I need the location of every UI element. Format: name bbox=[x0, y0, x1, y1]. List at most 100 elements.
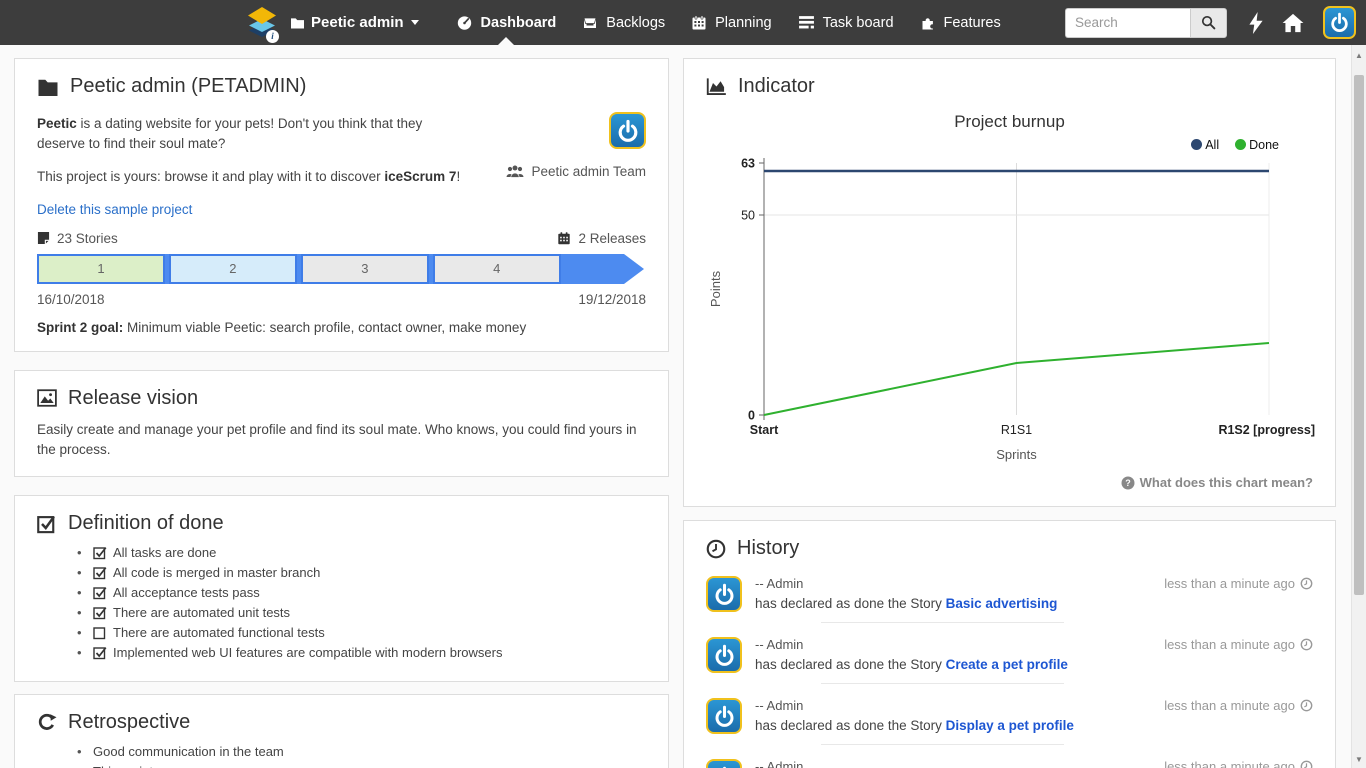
sprint-segment-4[interactable]: 4 bbox=[433, 254, 561, 284]
checkbox-icon bbox=[93, 546, 107, 560]
clock-icon bbox=[1300, 760, 1313, 768]
power-icon bbox=[1329, 12, 1350, 33]
stories-count: 23 Stories bbox=[37, 231, 118, 246]
navbar-right bbox=[1065, 0, 1366, 45]
history-author: -- Admin bbox=[755, 698, 803, 713]
nav-item-planning[interactable]: Planning bbox=[678, 0, 784, 45]
end-date: 19/12/2018 bbox=[578, 292, 646, 307]
history-action-text: has declared as done the Story bbox=[755, 657, 946, 672]
svg-text:R1S1: R1S1 bbox=[1001, 423, 1032, 437]
history-separator bbox=[821, 683, 1064, 684]
home-icon bbox=[1282, 13, 1304, 33]
burnup-chart: 05063StartR1S1R1S2 [progress]SprintsPoin… bbox=[706, 153, 1315, 471]
sprint-segment-2[interactable]: 2 bbox=[169, 254, 297, 284]
nav-item-backlogs[interactable]: Backlogs bbox=[569, 0, 678, 45]
retrospective-list: Good communication in the team This spri… bbox=[77, 744, 646, 768]
history-entry: -- Admin less than a minute ago bbox=[706, 753, 1313, 768]
search-icon bbox=[1201, 15, 1216, 30]
nav-item-dashboard[interactable]: Dashboard bbox=[443, 0, 570, 45]
project-card: Peetic admin (PETADMIN) Peetic is a dati… bbox=[14, 58, 669, 352]
definition-of-done-item: There are automated functional tests bbox=[77, 625, 646, 640]
svg-text:Points: Points bbox=[708, 270, 723, 307]
retrospective-item: Good communication in the team bbox=[77, 744, 646, 759]
svg-text:Sprints: Sprints bbox=[996, 447, 1037, 462]
project-description-bold: iceScrum 7 bbox=[384, 169, 456, 184]
project-menu[interactable]: i Peetic admin bbox=[0, 0, 437, 45]
project-description-text: is a dating website for your pets! Don't… bbox=[37, 116, 422, 151]
bolt-icon bbox=[1249, 12, 1263, 34]
project-description: Peetic is a dating website for your pets… bbox=[37, 108, 462, 201]
page-scrollbar: ▲ ▼ bbox=[1351, 45, 1366, 768]
definition-item-text: There are automated unit tests bbox=[113, 605, 290, 620]
delete-project-link[interactable]: Delete this sample project bbox=[37, 202, 192, 217]
retrospective-repeat-icon bbox=[37, 713, 57, 733]
history-header: History bbox=[706, 537, 1313, 560]
history-action-text: has declared as done the Story bbox=[755, 596, 946, 611]
activities-button[interactable] bbox=[1249, 12, 1263, 34]
team-label: Peetic admin Team bbox=[506, 164, 646, 179]
chart-help-text: What does this chart mean? bbox=[1140, 475, 1313, 490]
retrospective-header: Retrospective bbox=[37, 711, 646, 734]
history-action-text: has declared as done the Story bbox=[755, 718, 946, 733]
nav-label: Features bbox=[944, 15, 1001, 31]
search-group bbox=[1065, 8, 1227, 38]
definition-of-done-item: All acceptance tests pass bbox=[77, 585, 646, 600]
sprint-goal: Sprint 2 goal: Minimum viable Peetic: se… bbox=[37, 320, 646, 335]
checkbox-icon bbox=[93, 606, 107, 620]
releases-count-label: 2 Releases bbox=[578, 231, 646, 246]
nav-label: Planning bbox=[715, 15, 771, 31]
icescrum-layers-logo-icon: i bbox=[244, 6, 280, 40]
definition-of-done-item: There are automated unit tests bbox=[77, 605, 646, 620]
retrospective-title: Retrospective bbox=[68, 711, 190, 734]
nav-label: Backlogs bbox=[606, 15, 665, 31]
legend-item-all: All bbox=[1191, 138, 1219, 152]
svg-text:?: ? bbox=[1125, 478, 1131, 488]
clock-icon bbox=[1300, 699, 1313, 712]
scrollbar-down-arrow[interactable]: ▼ bbox=[1352, 755, 1366, 764]
icescrum-app-button[interactable] bbox=[1323, 6, 1356, 39]
backlogs-icon bbox=[582, 15, 598, 31]
history-entry-top: -- Admin less than a minute ago bbox=[755, 695, 1313, 713]
taskboard-icon bbox=[798, 15, 815, 30]
definition-item-text: All tasks are done bbox=[113, 545, 216, 560]
home-button[interactable] bbox=[1282, 13, 1304, 33]
story-link[interactable]: Display a pet profile bbox=[946, 718, 1074, 733]
definition-of-done-item: All code is merged in master branch bbox=[77, 565, 646, 580]
definition-item-text: Implemented web UI features are compatib… bbox=[113, 645, 502, 660]
definition-of-done-list: All tasks are done All code is merged in… bbox=[77, 545, 646, 660]
history-entry-wrap: -- Admin less than a minute ago bbox=[706, 631, 1313, 684]
history-entry-top: -- Admin less than a minute ago bbox=[755, 756, 1313, 768]
search-input[interactable] bbox=[1065, 8, 1190, 38]
project-description-block: Peetic is a dating website for your pets… bbox=[37, 108, 646, 201]
calendar-icon bbox=[691, 15, 707, 31]
clock-icon bbox=[1300, 577, 1313, 590]
project-name: Peetic admin bbox=[311, 14, 404, 31]
clock-icon bbox=[706, 539, 726, 559]
active-tab-caret bbox=[498, 37, 514, 45]
chart-help-link[interactable]: ? What does this chart mean? bbox=[1121, 475, 1313, 490]
nav-item-features[interactable]: Features bbox=[907, 0, 1014, 45]
project-description-text: This project is yours: browse it and pla… bbox=[37, 169, 384, 184]
sprint-segment-3[interactable]: 3 bbox=[301, 254, 429, 284]
stories-count-label: 23 Stories bbox=[57, 231, 118, 246]
area-chart-icon bbox=[706, 77, 727, 96]
scrollbar-up-arrow[interactable]: ▲ bbox=[1352, 51, 1366, 60]
right-column: Indicator Project burnup AllDone 05063St… bbox=[683, 58, 1336, 768]
indicator-title: Indicator bbox=[738, 75, 815, 98]
history-title: History bbox=[737, 537, 799, 560]
retrospective-item-text: This sprint was a success bbox=[93, 764, 241, 768]
project-avatar bbox=[609, 112, 646, 149]
scrollbar-thumb[interactable] bbox=[1354, 75, 1364, 595]
indicator-header: Indicator bbox=[706, 75, 1313, 98]
history-time-text: less than a minute ago bbox=[1164, 759, 1295, 768]
history-author: -- Admin bbox=[755, 576, 803, 591]
story-link[interactable]: Basic advertising bbox=[946, 596, 1058, 611]
sprint-segment-1[interactable]: 1 bbox=[37, 254, 165, 284]
nav-item-taskboard[interactable]: Task board bbox=[785, 0, 907, 45]
history-entry-content: -- Admin less than a minute ago bbox=[755, 756, 1313, 768]
search-button[interactable] bbox=[1190, 8, 1227, 38]
release-vision-header: Release vision bbox=[37, 387, 646, 410]
nav-label: Task board bbox=[823, 15, 894, 31]
story-link[interactable]: Create a pet profile bbox=[946, 657, 1068, 672]
svg-text:63: 63 bbox=[741, 157, 755, 171]
